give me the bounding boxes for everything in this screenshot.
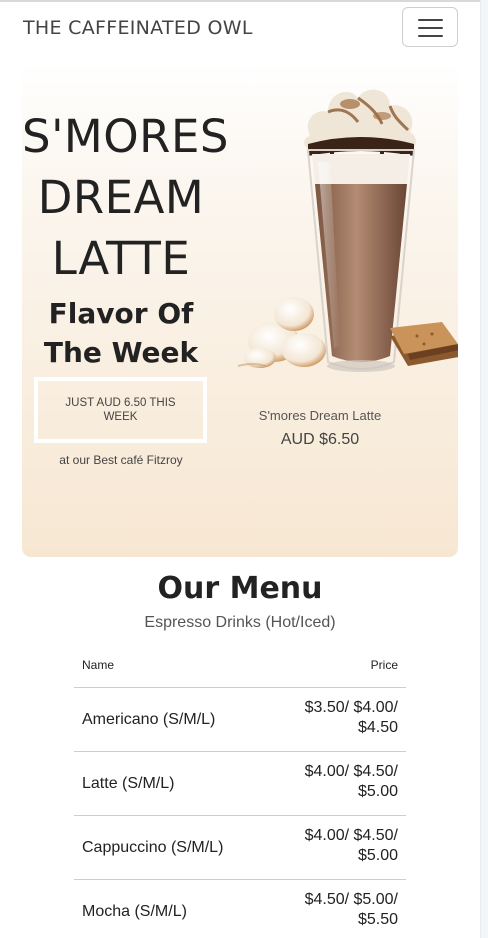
item-price: $4.50/ $5.00/ $5.50 [304, 891, 398, 928]
weekly-offer-button[interactable]: JUST AUD 6.50 THIS WEEK [34, 377, 207, 443]
item-name: Cappuccino (S/M/L) [82, 839, 224, 856]
hero-title-line: LATTE [51, 232, 191, 285]
featured-product-price: AUD $6.50 [280, 431, 360, 448]
column-header-name: Name [82, 658, 115, 672]
table-row: Latte (S/M/L) $4.00/ $4.50/ $5.00 [74, 752, 406, 816]
table-row: Mocha (S/M/L) $4.50/ $5.00/ $5.50 [74, 880, 406, 938]
table-row: Cappuccino (S/M/L) $4.00/ $4.50/ $5.00 [74, 816, 406, 880]
navbar: THE CAFFEINATED OWL [0, 2, 480, 54]
menu-toggle-button[interactable] [402, 7, 458, 47]
item-name: Americano (S/M/L) [82, 711, 216, 728]
menu-category: Espresso Drinks (Hot/Iced) [144, 614, 336, 631]
hero-location-text: at our Best café Fitzroy [59, 453, 183, 467]
brand-link[interactable]: THE CAFFEINATED OWL [23, 17, 253, 39]
item-price: $4.00/ $4.50/ $5.00 [304, 763, 398, 800]
table-header: Name Price [74, 642, 406, 688]
featured-product-name: S'mores Dream Latte [258, 408, 382, 423]
item-name: Latte (S/M/L) [82, 775, 175, 792]
hero-title-line: S'MORES [22, 110, 229, 163]
smores-latte-glass-image [237, 89, 458, 372]
hero-title: S'MORES DREAM LATTE [22, 106, 229, 289]
item-price: $4.00/ $4.50/ $5.00 [304, 827, 398, 864]
hero-banner: S'MORES DREAM LATTE Flavor Of The Week J… [22, 62, 458, 557]
column-header-price: Price [370, 658, 398, 672]
item-name: Mocha (S/M/L) [82, 903, 187, 920]
scrollbar[interactable] [480, 0, 488, 938]
item-price: $3.50/ $4.00/ $4.50 [304, 699, 398, 736]
hero-title-line: DREAM [37, 171, 205, 224]
menu-table: Name Price Americano (S/M/L) $3.50/ $4.0… [74, 642, 406, 938]
hero-subtitle-line: Flavor Of [48, 297, 194, 330]
table-row: Americano (S/M/L) $3.50/ $4.00/ $4.50 [74, 688, 406, 752]
hero-subtitle: Flavor Of The Week [22, 294, 220, 372]
hero-subtitle-line: The Week [43, 336, 199, 369]
menu-title: Our Menu [157, 571, 323, 606]
